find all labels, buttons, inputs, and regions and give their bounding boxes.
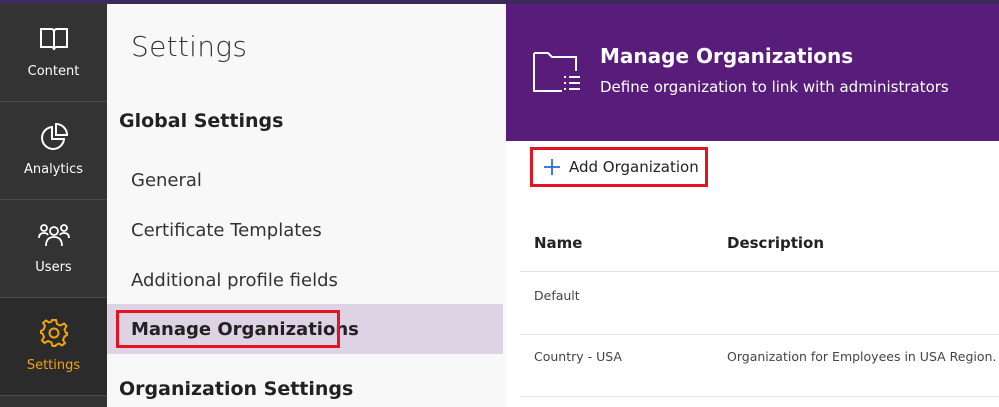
pie-chart-icon <box>39 122 69 152</box>
cell-name: Country - USA <box>534 349 622 364</box>
page-title: Manage Organizations <box>600 44 854 68</box>
cell-description: Organization for Employees in USA Region… <box>727 349 997 364</box>
nav-item-label: General <box>131 169 202 191</box>
column-header-name[interactable]: Name <box>534 234 582 252</box>
cell-name: Default <box>534 288 580 303</box>
row-divider <box>520 334 999 335</box>
row-divider <box>520 271 999 272</box>
column-header-description[interactable]: Description <box>727 234 824 252</box>
row-divider <box>520 396 999 397</box>
page-subtitle: Define organization to link with adminis… <box>600 78 949 96</box>
gear-icon <box>39 318 69 348</box>
add-organization-button[interactable]: Add Organization <box>530 147 708 187</box>
nav-item-label: Certificate Templates <box>131 219 322 241</box>
book-icon <box>39 24 69 54</box>
app-rail: Content Analytics Users Settings <box>0 4 107 407</box>
rail-item-content[interactable]: Content <box>0 4 107 102</box>
rail-item-analytics[interactable]: Analytics <box>0 102 107 200</box>
folder-list-icon <box>532 47 582 99</box>
nav-item-general[interactable]: General <box>107 155 503 205</box>
nav-item-certificate-templates[interactable]: Certificate Templates <box>107 205 503 255</box>
rail-item-label: Users <box>35 260 72 275</box>
nav-item-additional-profile-fields[interactable]: Additional profile fields <box>107 255 503 305</box>
rail-item-label: Content <box>27 64 80 79</box>
nav-item-label: Manage Organizations <box>131 318 359 340</box>
organization-settings-heading: Organization Settings <box>119 378 354 400</box>
page-banner: Manage Organizations Define organization… <box>506 4 999 141</box>
nav-item-manage-organizations[interactable]: Manage Organizations <box>107 304 503 354</box>
plus-icon <box>543 158 561 176</box>
add-organization-label: Add Organization <box>569 158 699 176</box>
global-settings-heading: Global Settings <box>119 110 284 132</box>
settings-panel: Settings Global Settings General Certifi… <box>107 4 506 407</box>
rail-item-users[interactable]: Users <box>0 200 107 298</box>
panel-title: Settings <box>131 30 248 63</box>
nav-item-label: Additional profile fields <box>131 269 338 291</box>
main-content: Manage Organizations Define organization… <box>506 4 999 407</box>
users-icon <box>37 220 70 250</box>
rail-item-settings[interactable]: Settings <box>0 298 107 396</box>
rail-item-label: Analytics <box>23 162 84 177</box>
rail-item-label: Settings <box>26 358 81 373</box>
